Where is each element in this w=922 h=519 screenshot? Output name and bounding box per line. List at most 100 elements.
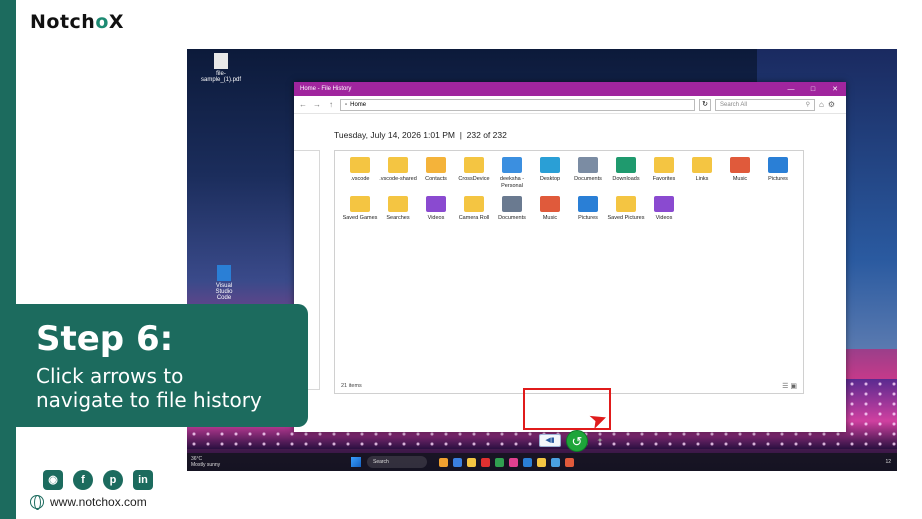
step-description: Click arrows to navigate to file history bbox=[36, 364, 262, 412]
weather-widget[interactable]: 36°C Mostly sunny bbox=[187, 456, 247, 468]
address-bar[interactable]: ▫ Home bbox=[340, 98, 695, 111]
header-separator: | bbox=[459, 130, 462, 140]
file-item[interactable]: Documents bbox=[493, 196, 531, 222]
saved-games-folder-icon bbox=[350, 196, 370, 212]
windows-start-icon[interactable] bbox=[351, 457, 361, 467]
website-link[interactable]: www.notchox.com bbox=[30, 495, 147, 510]
search-placeholder: Search All bbox=[720, 101, 748, 108]
desktop-icon-vscode[interactable]: Visual Studio Code bbox=[209, 265, 239, 301]
file-item[interactable]: Camera Roll bbox=[455, 196, 493, 222]
linkedin-icon[interactable]: in bbox=[133, 470, 153, 490]
folder-icon bbox=[350, 157, 370, 173]
clock-text: 12 bbox=[885, 459, 891, 465]
window-title: Home - File History bbox=[300, 86, 352, 92]
file-item-label: Searches bbox=[386, 215, 410, 221]
forward-arrow-icon[interactable]: → bbox=[312, 100, 322, 109]
app-icon[interactable] bbox=[439, 457, 448, 467]
backup-date: Tuesday, July 14, 2026 1:01 PM bbox=[334, 130, 455, 140]
documents-folder-icon bbox=[578, 157, 598, 173]
next-version-button[interactable]: ✦ bbox=[592, 434, 608, 447]
page: NotchoX file-sample_(1).pdf Visual Studi… bbox=[0, 0, 922, 519]
file-item[interactable]: Saved Games bbox=[341, 196, 379, 222]
file-item-label: deeksha - Personal bbox=[499, 176, 525, 189]
pictures-folder-icon bbox=[768, 157, 788, 173]
previous-version-button[interactable]: ◀▮ bbox=[539, 434, 561, 447]
file-item-label: Pictures bbox=[578, 215, 598, 221]
home-icon[interactable]: ⌂ bbox=[819, 100, 824, 109]
back-arrow-icon[interactable]: ← bbox=[298, 100, 308, 109]
file-item-label: Desktop bbox=[539, 176, 561, 182]
file-item[interactable]: Contacts bbox=[417, 157, 455, 190]
downloads-folder-icon bbox=[616, 157, 636, 173]
desktop-icon-pdf[interactable]: file-sample_(1).pdf bbox=[201, 53, 241, 83]
file-item[interactable]: Pictures bbox=[759, 157, 797, 190]
file-item-label: Contacts bbox=[425, 176, 447, 182]
instagram-icon[interactable]: ◉ bbox=[43, 470, 63, 490]
taskbar-search[interactable]: Search bbox=[367, 456, 427, 468]
file-item[interactable]: Videos bbox=[645, 196, 683, 222]
backup-header: Tuesday, July 14, 2026 1:01 PM | 232 of … bbox=[334, 130, 507, 140]
app-icon[interactable] bbox=[565, 457, 574, 467]
file-item[interactable]: Music bbox=[721, 157, 759, 190]
file-item[interactable]: Downloads bbox=[607, 157, 645, 190]
file-item-label: CrossDevice bbox=[458, 176, 490, 182]
file-item[interactable]: Saved Pictures bbox=[607, 196, 645, 222]
file-item-label: Links bbox=[695, 176, 709, 182]
app-icon[interactable] bbox=[453, 457, 462, 467]
item-count-status: 21 items bbox=[341, 383, 362, 389]
search-input[interactable]: Search All ⚲ bbox=[715, 98, 815, 111]
close-button[interactable]: ✕ bbox=[824, 85, 846, 93]
document-file-icon bbox=[502, 196, 522, 212]
system-tray[interactable]: 12 bbox=[885, 459, 897, 465]
file-item[interactable]: Pictures bbox=[569, 196, 607, 222]
file-item-label: Saved Games bbox=[342, 215, 378, 221]
app-icon[interactable] bbox=[523, 457, 532, 467]
file-item[interactable]: Desktop bbox=[531, 157, 569, 190]
taskbar: 36°C Mostly sunny Search 12 bbox=[187, 453, 897, 471]
file-item[interactable]: .vscode-shared bbox=[379, 157, 417, 190]
file-item-label: Videos bbox=[655, 215, 673, 221]
backup-count: 232 of 232 bbox=[466, 130, 507, 140]
contacts-icon bbox=[426, 157, 446, 173]
minimize-button[interactable]: — bbox=[780, 86, 802, 93]
view-toggle-icon[interactable]: ☰ ▣ bbox=[782, 382, 797, 390]
refresh-icon[interactable]: ↻ bbox=[699, 98, 711, 111]
file-item[interactable]: .vscode bbox=[341, 157, 379, 190]
folder-icon bbox=[464, 157, 484, 173]
pinterest-icon[interactable]: p bbox=[103, 470, 123, 490]
file-explorer-icon[interactable] bbox=[467, 457, 476, 467]
window-titlebar: Home - File History — □ ✕ bbox=[294, 82, 846, 96]
file-item[interactable]: Music bbox=[531, 196, 569, 222]
folder-icon bbox=[388, 157, 408, 173]
maximize-button[interactable]: □ bbox=[802, 86, 824, 93]
file-item[interactable]: deeksha - Personal bbox=[493, 157, 531, 190]
facebook-icon[interactable]: f bbox=[73, 470, 93, 490]
file-item-label: Pictures bbox=[768, 176, 788, 182]
file-item[interactable]: Videos bbox=[417, 196, 455, 222]
app-icon[interactable] bbox=[551, 457, 560, 467]
gear-icon[interactable]: ⚙ bbox=[828, 100, 835, 109]
file-item-label: Camera Roll bbox=[458, 215, 490, 221]
file-item-label: Videos bbox=[427, 215, 445, 221]
file-item-label: Saved Pictures bbox=[607, 215, 645, 221]
app-icon[interactable] bbox=[537, 457, 546, 467]
file-item[interactable]: Documents bbox=[569, 157, 607, 190]
cloud-folder-icon bbox=[502, 157, 522, 173]
app-icon[interactable] bbox=[495, 457, 504, 467]
search-icon: ⚲ bbox=[805, 102, 810, 108]
up-arrow-icon[interactable]: ↑ bbox=[326, 100, 336, 109]
file-history-window: Home - File History — □ ✕ ← → ↑ ▫ Home ↻… bbox=[294, 82, 846, 452]
app-icon[interactable] bbox=[509, 457, 518, 467]
app-icon[interactable] bbox=[481, 457, 490, 467]
music-file-icon bbox=[540, 196, 560, 212]
file-item[interactable]: Searches bbox=[379, 196, 417, 222]
file-item[interactable]: CrossDevice bbox=[455, 157, 493, 190]
file-item-label: Favorites bbox=[652, 176, 676, 182]
file-item[interactable]: Links bbox=[683, 157, 721, 190]
file-item[interactable]: Favorites bbox=[645, 157, 683, 190]
file-item-label: .vscode-shared bbox=[379, 176, 417, 182]
searches-folder-icon bbox=[388, 196, 408, 212]
file-item-label: Documents bbox=[498, 215, 526, 221]
restore-button[interactable]: ↺ bbox=[566, 430, 588, 452]
videos-folder-icon bbox=[426, 196, 446, 212]
